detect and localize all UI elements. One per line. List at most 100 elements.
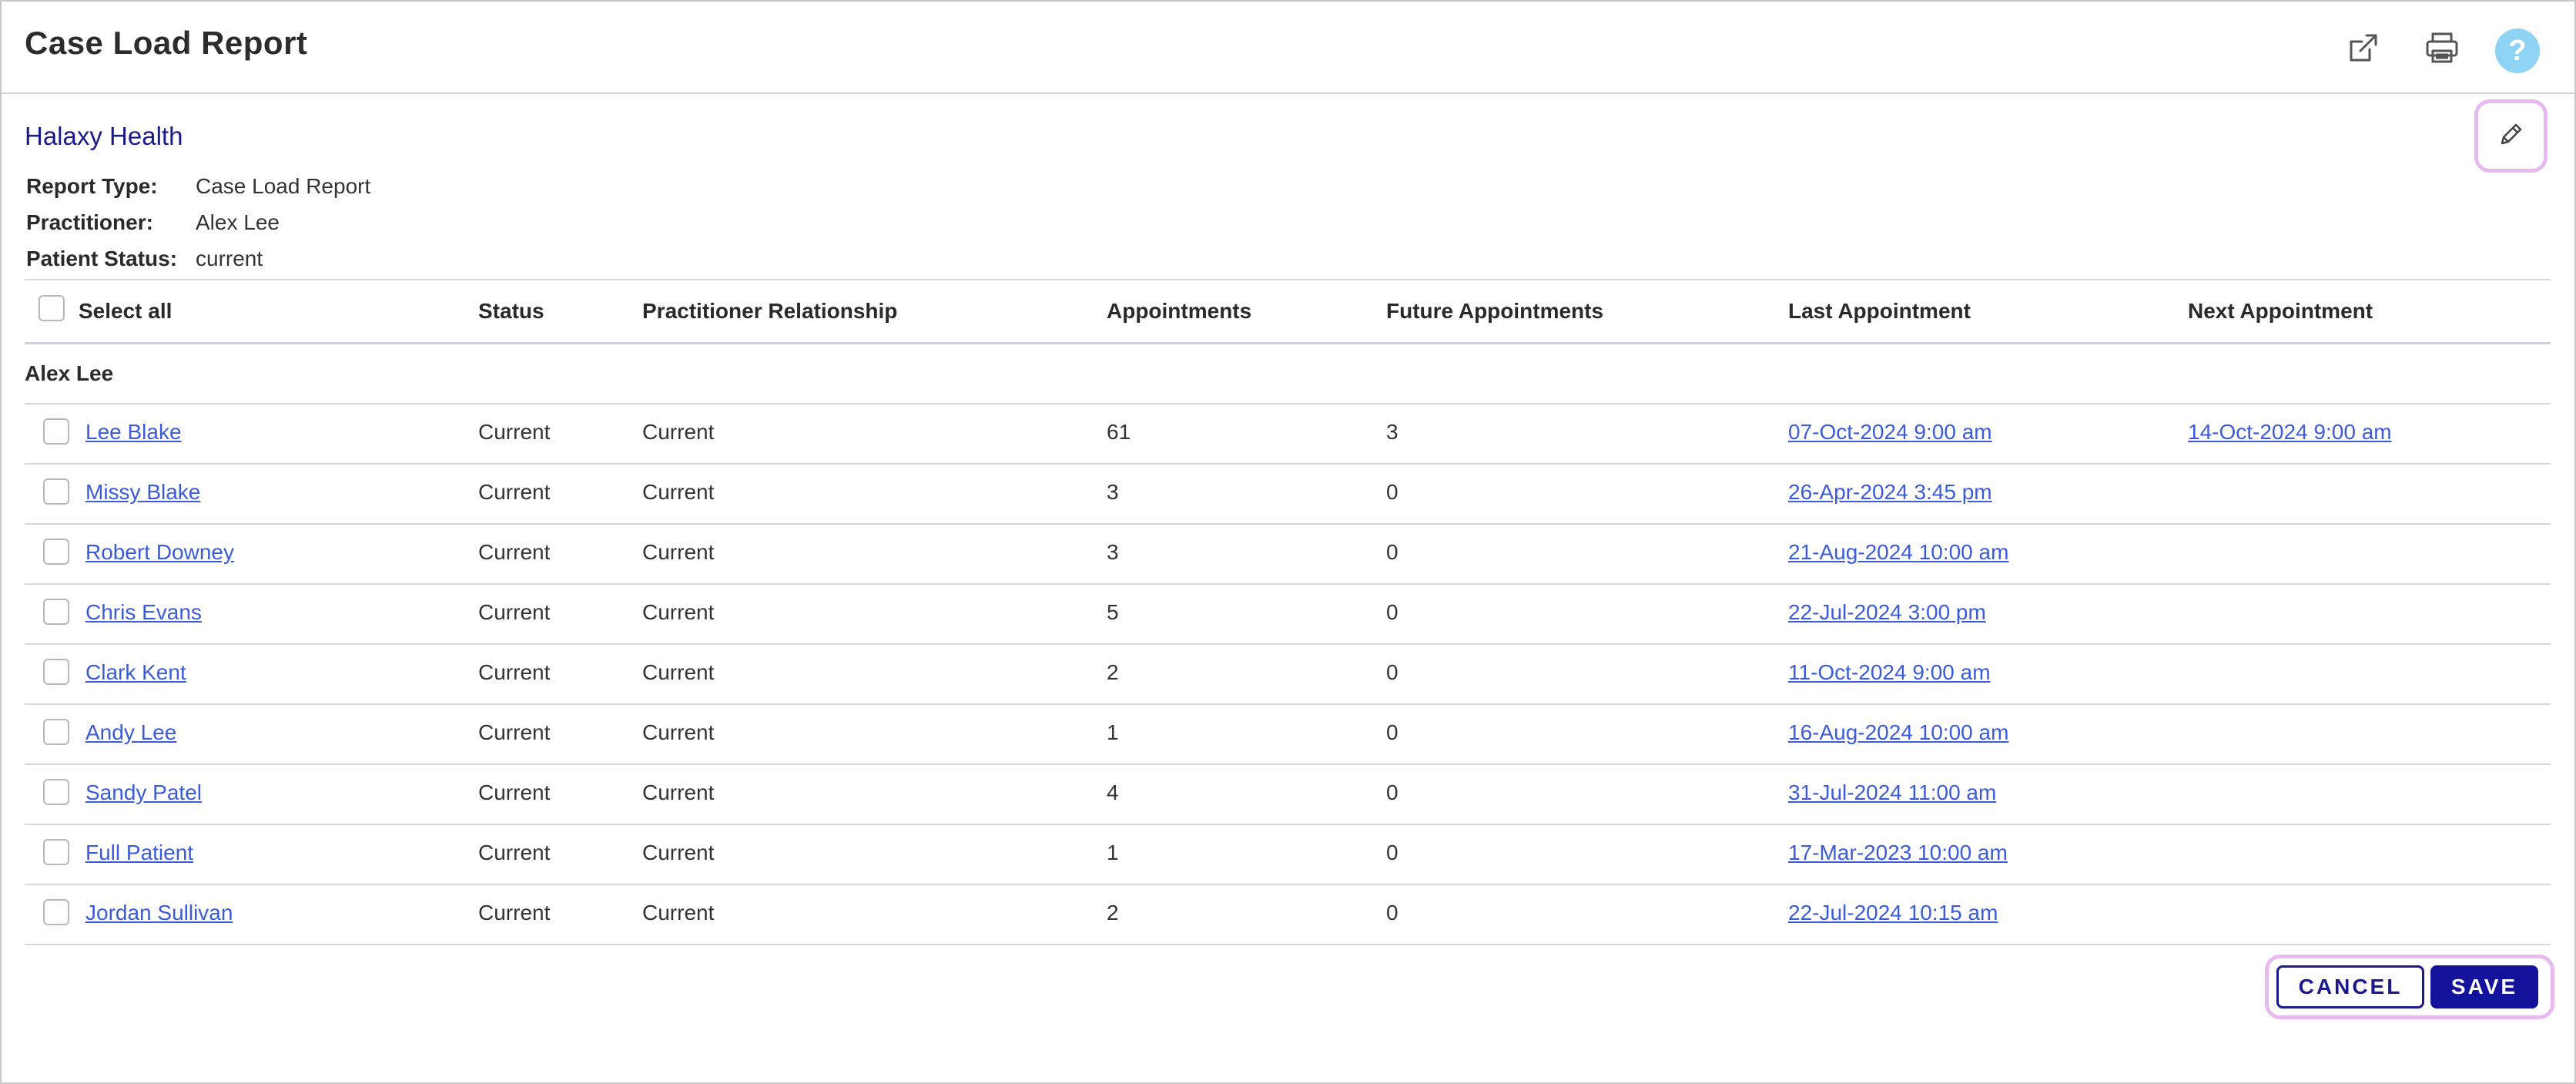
last-appointment-link[interactable]: 17-Mar-2023 10:00 am bbox=[1788, 841, 2008, 865]
patient-name-link[interactable]: Sandy Patel bbox=[85, 780, 202, 805]
column-header-next-appointment: Next Appointment bbox=[2188, 299, 2373, 323]
relationship-cell: Current bbox=[642, 480, 715, 504]
table-row: Chris Evans Current Current 5 0 22-Jul-2024 3… bbox=[25, 585, 2551, 645]
appointments-cell: 61 bbox=[1107, 420, 1131, 444]
print-button[interactable] bbox=[2419, 25, 2465, 71]
relationship-cell: Current bbox=[642, 841, 715, 864]
last-appointment-link[interactable]: 31-Jul-2024 11:00 am bbox=[1788, 780, 1996, 805]
meta-label: Patient Status: bbox=[26, 247, 178, 270]
row-checkbox[interactable] bbox=[43, 899, 69, 925]
table-row: Missy Blake Current Current 3 0 26-Apr-2024 3… bbox=[25, 465, 2551, 525]
patient-name-link[interactable]: Full Patient bbox=[85, 841, 193, 865]
future-appointments-cell: 0 bbox=[1386, 841, 1399, 864]
patient-name-link[interactable]: Chris Evans bbox=[85, 600, 202, 625]
column-header-status: Status bbox=[478, 299, 544, 323]
relationship-cell: Current bbox=[642, 901, 715, 925]
status-cell: Current bbox=[478, 540, 551, 564]
select-all-checkbox[interactable] bbox=[39, 295, 65, 321]
table-row: Sandy Patel Current Current 4 0 31-Jul-2024 1… bbox=[25, 765, 2551, 825]
meta-value: Case Load Report bbox=[196, 174, 371, 198]
table-row: Robert Downey Current Current 3 0 21-Aug-2024… bbox=[25, 525, 2551, 585]
patient-name-link[interactable]: Jordan Sullivan bbox=[85, 901, 233, 925]
meta-practitioner: Practitioner: Alex Lee bbox=[26, 210, 280, 235]
future-appointments-cell: 0 bbox=[1386, 901, 1399, 925]
pencil-icon bbox=[2497, 120, 2525, 152]
relationship-cell: Current bbox=[642, 660, 715, 684]
action-buttons: CANCEL SAVE bbox=[2265, 955, 2554, 1019]
row-checkbox[interactable] bbox=[43, 599, 69, 625]
meta-label: Practitioner: bbox=[26, 210, 153, 234]
status-cell: Current bbox=[478, 780, 551, 804]
patient-name-link[interactable]: Missy Blake bbox=[85, 480, 200, 505]
last-appointment-link[interactable]: 26-Apr-2024 3:45 pm bbox=[1788, 480, 1992, 505]
status-cell: Current bbox=[478, 600, 551, 624]
row-checkbox[interactable] bbox=[43, 478, 69, 505]
column-header-relationship: Practitioner Relationship bbox=[642, 299, 898, 323]
select-all-label[interactable]: Select all bbox=[79, 299, 172, 324]
appointments-cell: 2 bbox=[1107, 660, 1119, 684]
header-bar: Case Load Report ? bbox=[2, 2, 2574, 94]
relationship-cell: Current bbox=[642, 600, 715, 624]
next-appointment-link[interactable]: 14-Oct-2024 9:00 am bbox=[2188, 420, 2392, 445]
appointments-cell: 1 bbox=[1107, 720, 1119, 744]
future-appointments-cell: 0 bbox=[1386, 780, 1399, 804]
caseload-table: Select all Status Practitioner Relations… bbox=[25, 279, 2551, 945]
relationship-cell: Current bbox=[642, 420, 715, 444]
future-appointments-cell: 0 bbox=[1386, 480, 1399, 504]
appointments-cell: 1 bbox=[1107, 841, 1119, 864]
row-checkbox[interactable] bbox=[43, 539, 69, 565]
future-appointments-cell: 0 bbox=[1386, 540, 1399, 564]
last-appointment-link[interactable]: 22-Jul-2024 10:15 am bbox=[1788, 901, 1998, 925]
status-cell: Current bbox=[478, 841, 551, 864]
status-cell: Current bbox=[478, 660, 551, 684]
save-button[interactable]: SAVE bbox=[2430, 965, 2538, 1008]
row-checkbox[interactable] bbox=[43, 719, 69, 745]
help-icon: ? bbox=[2508, 34, 2527, 67]
appointments-cell: 4 bbox=[1107, 780, 1119, 804]
table-row: Andy Lee Current Current 1 0 16-Aug-2024 10:0… bbox=[25, 705, 2551, 765]
future-appointments-cell: 0 bbox=[1386, 720, 1399, 744]
patient-name-link[interactable]: Andy Lee bbox=[85, 720, 176, 745]
meta-label: Report Type: bbox=[26, 174, 158, 198]
table-row: Jordan Sullivan Current Current 2 0 22-Jul-20… bbox=[25, 885, 2551, 945]
column-header-last-appointment: Last Appointment bbox=[1788, 299, 1971, 323]
appointments-cell: 3 bbox=[1107, 480, 1119, 504]
status-cell: Current bbox=[478, 480, 551, 504]
future-appointments-cell: 3 bbox=[1386, 420, 1399, 444]
table-body: Lee Blake Current Current 61 3 07-Oct-2024 9:… bbox=[25, 404, 2551, 945]
last-appointment-link[interactable]: 16-Aug-2024 10:00 am bbox=[1788, 720, 2008, 745]
relationship-cell: Current bbox=[642, 780, 715, 804]
last-appointment-link[interactable]: 22-Jul-2024 3:00 pm bbox=[1788, 600, 1986, 625]
last-appointment-link[interactable]: 11-Oct-2024 9:00 am bbox=[1788, 660, 1991, 685]
last-appointment-link[interactable]: 07-Oct-2024 9:00 am bbox=[1788, 420, 1992, 445]
edit-report-button[interactable] bbox=[2474, 99, 2548, 173]
row-checkbox[interactable] bbox=[43, 779, 69, 805]
column-header-future-appointments: Future Appointments bbox=[1386, 299, 1604, 323]
patient-name-link[interactable]: Clark Kent bbox=[85, 660, 186, 685]
open-external-button[interactable] bbox=[2340, 25, 2387, 71]
row-checkbox[interactable] bbox=[43, 418, 69, 445]
help-button[interactable]: ? bbox=[2495, 29, 2540, 73]
organization-name: Halaxy Health bbox=[25, 122, 183, 150]
appointments-cell: 2 bbox=[1107, 901, 1119, 925]
appointments-cell: 3 bbox=[1107, 540, 1119, 564]
page-title: Case Load Report bbox=[25, 25, 308, 61]
row-checkbox[interactable] bbox=[43, 659, 69, 685]
meta-value: current bbox=[196, 247, 263, 270]
report-window: Case Load Report ? Halaxy Health Report … bbox=[0, 0, 2576, 1084]
relationship-cell: Current bbox=[642, 540, 715, 564]
future-appointments-cell: 0 bbox=[1386, 660, 1399, 684]
patient-name-link[interactable]: Robert Downey bbox=[85, 540, 234, 565]
last-appointment-link[interactable]: 21-Aug-2024 10:00 am bbox=[1788, 540, 2008, 565]
status-cell: Current bbox=[478, 420, 551, 444]
patient-name-link[interactable]: Lee Blake bbox=[85, 420, 182, 445]
meta-report-type: Report Type: Case Load Report bbox=[26, 174, 370, 199]
meta-value: Alex Lee bbox=[196, 210, 280, 234]
cancel-button[interactable]: CANCEL bbox=[2276, 965, 2424, 1008]
row-checkbox[interactable] bbox=[43, 839, 69, 865]
group-row: Alex Lee bbox=[25, 344, 2551, 404]
open-external-icon bbox=[2347, 31, 2380, 65]
status-cell: Current bbox=[478, 901, 551, 925]
table-row: Clark Kent Current Current 2 0 11-Oct-2024 9:… bbox=[25, 645, 2551, 705]
column-header-appointments: Appointments bbox=[1107, 299, 1252, 323]
